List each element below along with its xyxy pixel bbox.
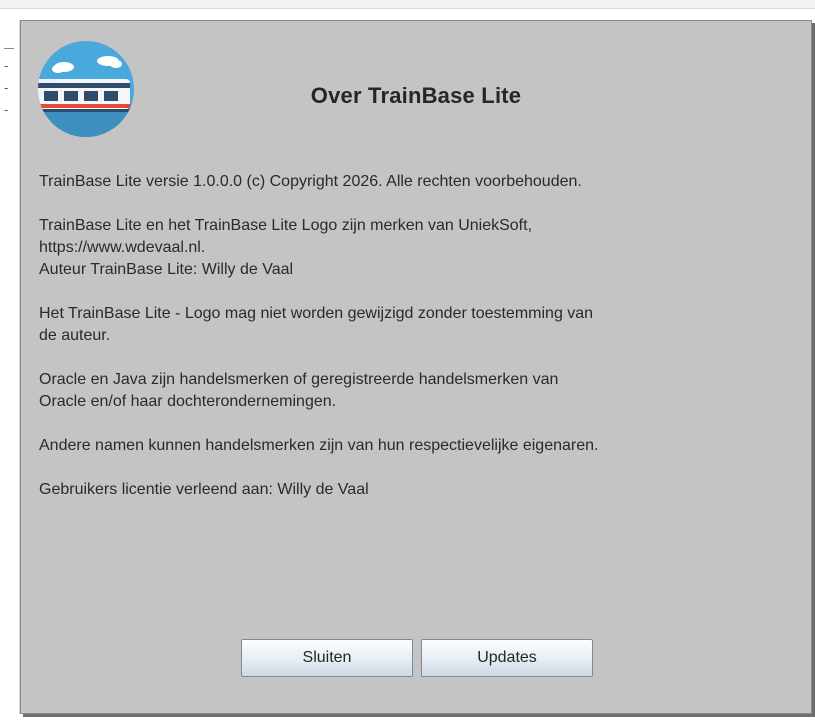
logo-notice-line-1: Het TrainBase Lite - Logo mag niet worde… [39,305,594,322]
logo-notice-paragraph: Het TrainBase Lite - Logo mag niet worde… [39,303,809,347]
website-text: https://www.wdevaal.nl. [39,239,206,256]
updates-button[interactable]: Updates [421,639,593,677]
copyright-text: TrainBase Lite versie 1.0.0.0 (c) Copyri… [39,173,582,190]
about-dialog: Over TrainBase Lite TrainBase Lite versi… [20,20,812,714]
dialog-title: Over TrainBase Lite [310,83,522,108]
author-text: Auteur TrainBase Lite: Willy de Vaal [39,261,294,278]
logo-notice-line-2: de auteur. [39,327,111,344]
copyright-paragraph: TrainBase Lite versie 1.0.0.0 (c) Copyri… [39,171,809,193]
train-logo-icon [38,41,134,137]
oracle-line-2: Oracle en/of haar dochterondernemingen. [39,393,337,410]
trademark-paragraph: TrainBase Lite en het TrainBase Lite Log… [39,215,809,281]
other-names-paragraph: Andere namen kunnen handelsmerken zijn v… [39,435,809,457]
license-paragraph: Gebruikers licentie verleend aan: Willy … [39,479,809,501]
background-window-edge: ‑ ‑ ‑ [4,40,18,160]
oracle-paragraph: Oracle en Java zijn handelsmerken of ger… [39,369,809,413]
about-text: TrainBase Lite versie 1.0.0.0 (c) Copyri… [39,171,809,501]
button-row: Sluiten Updates [21,639,813,677]
background-toolbar [0,0,815,9]
oracle-line-1: Oracle en Java zijn handelsmerken of ger… [39,371,559,388]
close-button[interactable]: Sluiten [241,639,413,677]
other-names-text: Andere namen kunnen handelsmerken zijn v… [39,437,599,454]
trademark-line-1: TrainBase Lite en het TrainBase Lite Log… [39,217,533,234]
license-text: Gebruikers licentie verleend aan: Willy … [39,481,369,498]
